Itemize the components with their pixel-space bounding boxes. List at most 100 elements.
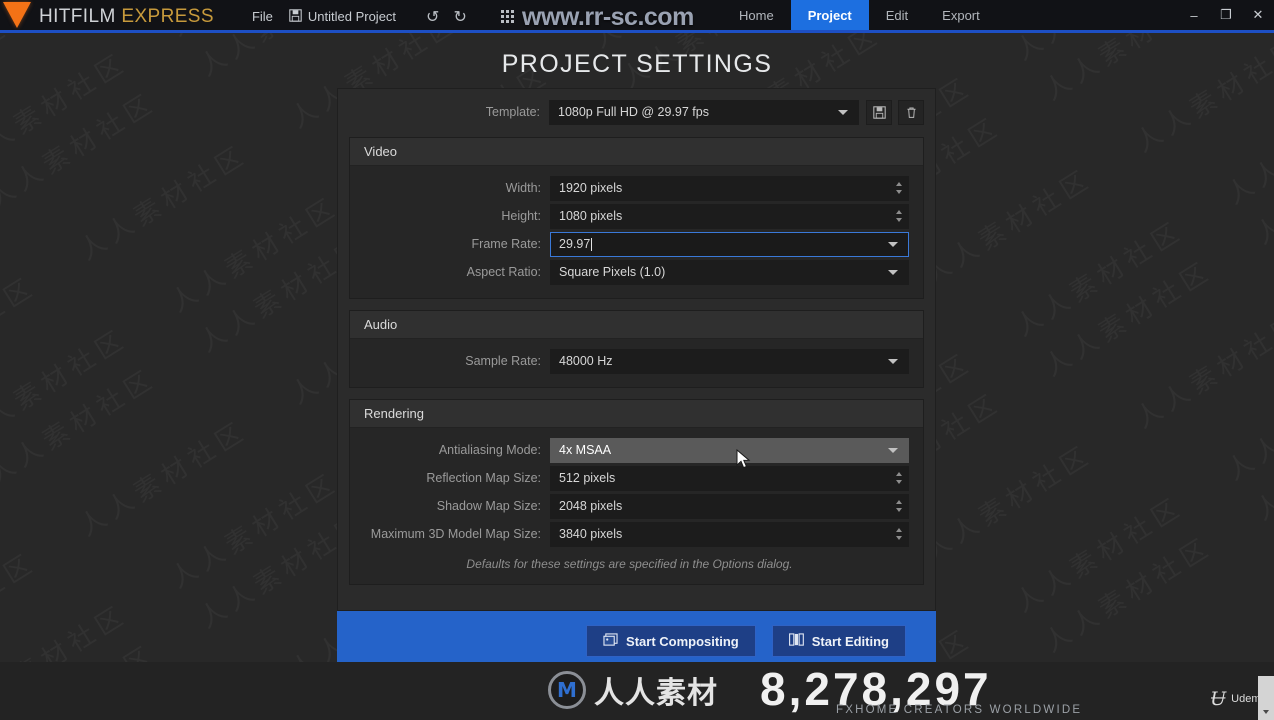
field-label: Sample Rate:: [465, 354, 541, 368]
rendering-fields: Antialiasing Mode: 4x MSAA Reflection Map …: [350, 428, 923, 584]
tab-home[interactable]: Home: [722, 0, 791, 30]
field-label: Aspect Ratio:: [466, 265, 541, 279]
window-controls: – ❐ ✕: [1178, 0, 1274, 30]
maximize-button[interactable]: ❐: [1210, 0, 1242, 30]
field-value: 4x MSAA: [559, 443, 612, 457]
spinner-stepper[interactable]: [896, 528, 902, 540]
template-value: 1080p Full HD @ 29.97 fps: [558, 105, 709, 119]
spinner-stepper[interactable]: [896, 472, 902, 484]
composite-shot-icon: [603, 632, 618, 650]
chevron-down-icon: [888, 447, 898, 453]
template-row: Template: 1080p Full HD @ 29.97 fps: [349, 99, 924, 125]
start-editing-button[interactable]: Start Editing: [771, 625, 906, 657]
field-row: Frame Rate: 29.97: [350, 231, 909, 257]
spinner-down-icon[interactable]: [896, 218, 902, 222]
project-name-label: Untitled Project: [307, 9, 397, 24]
spinner-stepper[interactable]: [896, 182, 902, 194]
tab-project[interactable]: Project: [790, 0, 869, 30]
undo-arrow-icon[interactable]: ↺: [426, 7, 439, 27]
spinner-up-icon[interactable]: [896, 528, 902, 532]
field-row: Maximum 3D Model Map Size: 3840 pixels: [350, 521, 909, 547]
rendering-section-heading: Rendering: [350, 400, 923, 428]
scrollbar-thumb[interactable]: [1258, 676, 1274, 720]
dropdown-select[interactable]: 4x MSAA: [550, 437, 909, 463]
numeric-input[interactable]: 1920 pixels: [550, 175, 909, 201]
field-value: 512 pixels: [559, 471, 616, 485]
field-row: Shadow Map Size: 2048 pixels: [350, 493, 909, 519]
field-label: Height:: [501, 209, 541, 223]
field-value: 1080 pixels: [559, 209, 623, 223]
brand-hitfilm: HITFILM: [39, 5, 116, 27]
watermark-url: www.rr-sc.com: [522, 3, 694, 31]
delete-template-icon[interactable]: [898, 99, 924, 125]
numeric-input[interactable]: 2048 pixels: [550, 493, 909, 519]
field-value: 3840 pixels: [559, 527, 623, 541]
spinner-down-icon[interactable]: [896, 508, 902, 512]
redo-arrow-icon[interactable]: ↻: [453, 7, 466, 27]
field-label: Maximum 3D Model Map Size:: [370, 527, 541, 541]
bottom-watermark-band: M 人人素材 8,278,297 FXHOME CREATORS WORLDWI…: [0, 662, 1274, 720]
rr-logo: M 人人素材: [548, 668, 718, 712]
tab-export[interactable]: Export: [925, 0, 997, 30]
grid-apps-icon[interactable]: [500, 9, 515, 24]
spinner-down-icon[interactable]: [896, 480, 902, 484]
fxhome-tagline: FXHOME CREATORS WORLDWIDE: [836, 704, 1083, 716]
spinner-stepper[interactable]: [896, 500, 902, 512]
project-settings-dialog: Template: 1080p Full HD @ 29.97 fps Vide…: [337, 88, 936, 671]
project-name-button[interactable]: Untitled Project: [289, 8, 397, 25]
template-label: Template:: [485, 105, 540, 119]
field-label: Shadow Map Size:: [436, 499, 541, 513]
save-template-icon[interactable]: [866, 99, 892, 125]
numeric-input[interactable]: 3840 pixels: [550, 521, 909, 547]
field-value: 2048 pixels: [559, 499, 623, 513]
tab-edit[interactable]: Edit: [869, 0, 925, 30]
field-value: 1920 pixels: [559, 181, 623, 195]
brand-express: EXPRESS: [121, 5, 214, 27]
editor-timeline-icon: [788, 632, 804, 650]
button-label: Start Editing: [811, 633, 889, 649]
dropdown-select[interactable]: 29.97: [550, 231, 909, 257]
button-label: Start Compositing: [626, 633, 739, 649]
spinner-stepper[interactable]: [896, 210, 902, 222]
numeric-input[interactable]: 512 pixels: [550, 465, 909, 491]
video-fields: Width: 1920 pixels Height: 1080 pixels Frame…: [350, 166, 923, 298]
floppy-disk-icon: [289, 8, 302, 25]
app-brand: HITFILM EXPRESS: [39, 6, 214, 28]
chevron-down-icon: [838, 109, 848, 115]
dropdown-select[interactable]: Square Pixels (1.0): [550, 259, 909, 285]
dropdown-select[interactable]: 48000 Hz: [550, 348, 909, 374]
field-row: Antialiasing Mode: 4x MSAA: [350, 437, 909, 463]
text-caret: [591, 237, 593, 251]
spinner-up-icon[interactable]: [896, 210, 902, 214]
field-label: Frame Rate:: [471, 237, 541, 251]
template-dropdown[interactable]: 1080p Full HD @ 29.97 fps: [549, 99, 859, 125]
spinner-down-icon[interactable]: [896, 536, 902, 540]
field-value: 29.97: [559, 237, 591, 251]
audio-section-heading: Audio: [350, 311, 923, 339]
audio-section: Audio Sample Rate: 48000 Hz: [349, 310, 924, 388]
rendering-section: Rendering Antialiasing Mode: 4x MSAA Refle…: [349, 399, 924, 585]
field-row: Sample Rate: 48000 Hz: [350, 348, 909, 374]
spinner-up-icon[interactable]: [896, 500, 902, 504]
chevron-down-icon: [888, 358, 898, 364]
numeric-input[interactable]: 1080 pixels: [550, 203, 909, 229]
close-button[interactable]: ✕: [1242, 0, 1274, 30]
spinner-up-icon[interactable]: [896, 182, 902, 186]
field-label: Width:: [505, 181, 541, 195]
field-row: Width: 1920 pixels: [350, 175, 909, 201]
rr-logo-mark: M: [548, 671, 586, 709]
spinner-up-icon[interactable]: [896, 472, 902, 476]
field-row: Reflection Map Size: 512 pixels: [350, 465, 909, 491]
rr-logo-text: 人人素材: [594, 676, 718, 711]
chevron-down-icon: [888, 241, 898, 247]
triangle-logo-icon: [3, 2, 31, 28]
start-compositing-button[interactable]: Start Compositing: [586, 625, 756, 657]
video-section-heading: Video: [350, 138, 923, 166]
menu-file[interactable]: File: [252, 9, 273, 24]
minimize-button[interactable]: –: [1178, 0, 1210, 30]
spinner-down-icon[interactable]: [896, 190, 902, 194]
rendering-defaults-note: Defaults for these settings are specifie…: [466, 557, 793, 571]
chevron-down-icon: [888, 269, 898, 275]
main-tabs: Home Project Edit Export: [722, 0, 997, 30]
field-label: Reflection Map Size:: [426, 471, 541, 485]
